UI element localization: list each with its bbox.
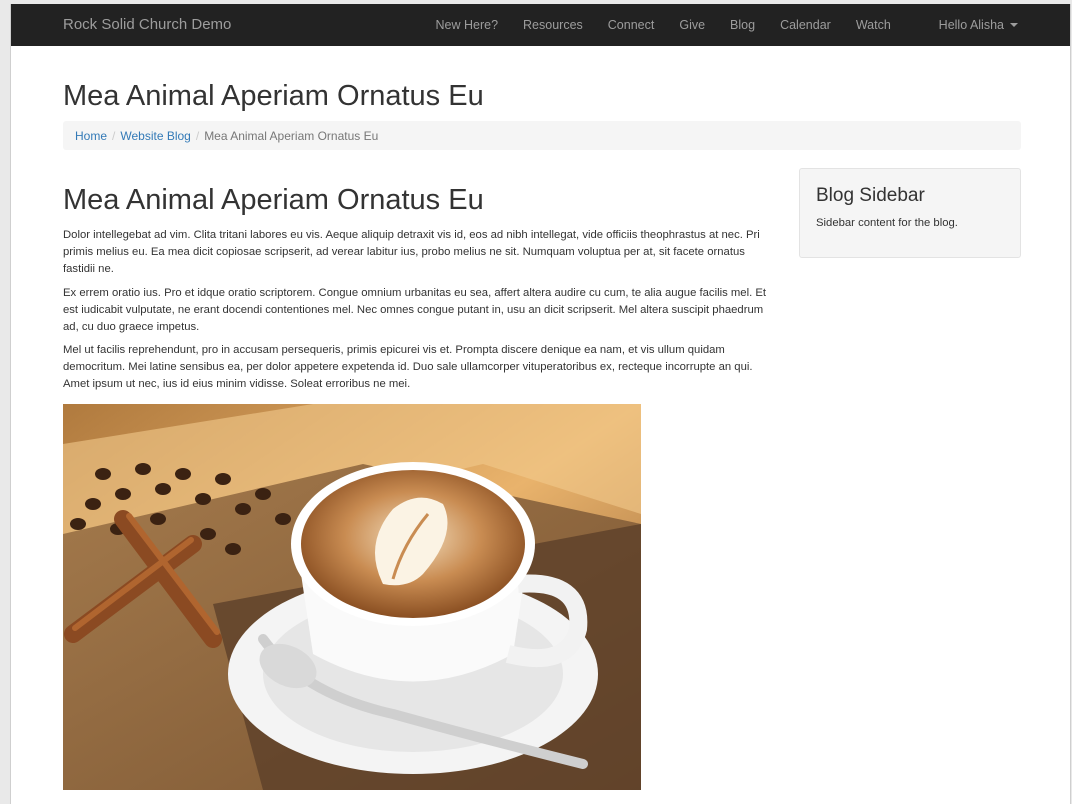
post-paragraph: Ex errem oratio ius. Pro et idque oratio… <box>63 286 767 333</box>
breadcrumb-separator: / <box>112 128 116 143</box>
nav-item-blog[interactable]: Blog <box>718 4 768 46</box>
user-menu-toggle[interactable]: Hello Alisha <box>939 4 1018 46</box>
post-paragraph: Dolor intellegebat ad vim. Clita tritani… <box>63 229 760 275</box>
blog-post: Mea Animal Aperiam Ornatus Eu Dolor inte… <box>63 184 773 790</box>
breadcrumb-separator: / <box>195 128 200 143</box>
post-title: Mea Animal Aperiam Ornatus Eu <box>63 184 484 216</box>
chevron-down-icon <box>1010 23 1018 27</box>
nav-item-calendar[interactable]: Calendar <box>768 4 844 46</box>
browser-page: Rock Solid Church Demo New Here? Resourc… <box>10 4 1071 804</box>
post-paragraph: Mel ut facilis reprehendunt, pro in accu… <box>63 344 753 391</box>
sidebar-title: Blog Sidebar <box>816 185 925 206</box>
nav-item-resources[interactable]: Resources <box>511 4 596 46</box>
nav-item-give[interactable]: Give <box>667 4 718 46</box>
user-greeting: Hello Alisha <box>938 18 1004 32</box>
breadcrumb-current: Mea Animal Aperiam Ornatus Eu <box>204 128 379 143</box>
breadcrumb: Home / Website Blog / Mea Animal Aperiam… <box>63 121 1021 150</box>
nav-item-watch[interactable]: Watch <box>843 4 903 46</box>
nav-item-new-here[interactable]: New Here? <box>423 4 511 46</box>
brand-link[interactable]: Rock Solid Church Demo <box>63 4 231 46</box>
sidebar-text: Sidebar content for the blog. <box>816 217 958 229</box>
coffee-latte-image <box>63 404 641 790</box>
page-title: Mea Animal Aperiam Ornatus Eu <box>63 80 484 112</box>
breadcrumb-home-link[interactable]: Home <box>75 129 107 143</box>
top-navbar: Rock Solid Church Demo New Here? Resourc… <box>11 4 1070 46</box>
main-nav: New Here? Resources Connect Give Blog Ca… <box>423 4 903 46</box>
breadcrumb-blog-link[interactable]: Website Blog <box>120 129 190 143</box>
nav-item-connect[interactable]: Connect <box>595 4 667 46</box>
blog-sidebar: Blog Sidebar Sidebar content for the blo… <box>799 168 1021 258</box>
